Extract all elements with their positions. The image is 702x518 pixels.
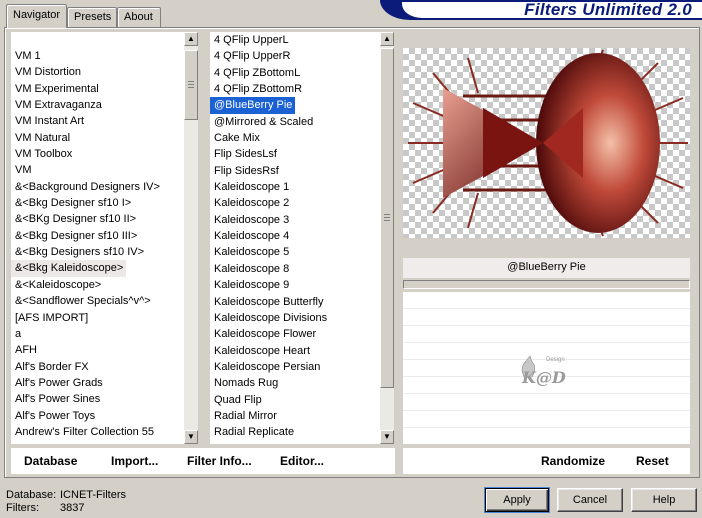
filter-list-item[interactable]: Kaleidoscope Divisions (210, 310, 380, 326)
category-list-item[interactable]: &<Kaleidoscope> (11, 277, 184, 293)
category-list-item[interactable]: AFH (11, 342, 184, 358)
category-list-item[interactable]: Alf's Power Sines (11, 391, 184, 407)
tab-presets[interactable]: Presets (67, 7, 117, 27)
category-list-item[interactable]: VM Extravaganza (11, 97, 184, 113)
filter-list-item[interactable]: Kaleidoscope 5 (210, 244, 380, 260)
filter-list-item[interactable]: Kaleidoscope 2 (210, 195, 380, 211)
filter-list-item[interactable]: Kaleidoscope 1 (210, 179, 380, 195)
scroll-up-button[interactable]: ▲ (184, 32, 198, 46)
scroll-up-button[interactable]: ▲ (380, 32, 394, 46)
database-value: ICNET-Filters (60, 489, 126, 501)
help-button[interactable]: Help (631, 488, 697, 512)
category-list-item[interactable]: [AFS IMPORT] (11, 310, 184, 326)
category-list-item[interactable]: &<Bkg Designer sf10 I> (11, 195, 184, 211)
database-label: Database: (6, 489, 57, 501)
category-list-item[interactable]: VM 1 (11, 48, 184, 64)
filter-list-item[interactable]: 4 QFlip UpperR (210, 48, 380, 64)
filter-list[interactable]: 4 QFlip UpperL 4 QFlip UpperR 4 QFlip ZBot… (210, 32, 380, 444)
category-list-item[interactable]: Alf's Power Grads (11, 375, 184, 391)
filter-list-item[interactable]: Kaleidoscope 8 (210, 261, 380, 277)
category-list-item[interactable]: VM Instant Art (11, 113, 184, 129)
filter-list-item[interactable]: Kaleidoscope 4 (210, 228, 380, 244)
filter-list-item[interactable]: 4 QFlip UpperL (210, 32, 380, 48)
category-list-item[interactable]: Alf's Power Toys (11, 408, 184, 424)
filter-list-item[interactable]: Cake Mix (210, 130, 380, 146)
category-list-item[interactable]: &<Background Designers IV> (11, 179, 184, 195)
category-list-item[interactable]: a (11, 326, 184, 342)
category-list-item[interactable]: VM (11, 162, 184, 178)
tab-navigator[interactable]: Navigator (6, 4, 67, 28)
app-banner: Filters Unlimited 2.0 (380, 0, 702, 20)
editor-button[interactable]: Editor... (280, 454, 324, 468)
preview-artwork (408, 49, 688, 237)
category-list-item[interactable]: &<Bkg Designer sf10 III> (11, 228, 184, 244)
filter-preview-image (403, 48, 690, 238)
randomize-button[interactable]: Randomize (541, 454, 605, 468)
category-list[interactable]: VM 1 VM Distortion VM Experimental VM Extra… (11, 32, 184, 444)
filter-list-item[interactable]: 4 QFlip ZBottomR (210, 81, 380, 97)
filter-list-item[interactable]: Kaleidoscope Heart (210, 343, 380, 359)
filter-list-item[interactable]: Radial Mirror (210, 408, 380, 424)
category-scroll-thumb[interactable] (184, 50, 198, 120)
category-list-item[interactable]: &<Bkg Kaleidoscope> (11, 260, 127, 277)
category-list-item[interactable]: VM Experimental (11, 81, 184, 97)
apply-button[interactable]: Apply (485, 488, 549, 512)
category-list-item[interactable]: &<BKg Designer sf10 II> (11, 211, 184, 227)
reset-button[interactable]: Reset (636, 454, 669, 468)
filter-list-item[interactable]: Kaleidoscope 9 (210, 277, 380, 293)
category-list-item[interactable]: &<Bkg Designers sf10 IV> (11, 244, 184, 260)
app-title: Filters Unlimited 2.0 (524, 0, 692, 19)
cancel-button[interactable]: Cancel (557, 488, 623, 512)
category-list-item[interactable]: VM Natural (11, 130, 184, 146)
logo-small-text: Design (546, 357, 565, 363)
filter-list-item[interactable]: Kaleidoscope Flower (210, 326, 380, 342)
tab-about[interactable]: About (117, 7, 161, 27)
filter-list-item[interactable]: Kaleidoscope Persian (210, 359, 380, 375)
selected-filter-name: @BlueBerry Pie (403, 258, 690, 278)
category-list-item[interactable]: &<Sandflower Specials^v^> (11, 293, 184, 309)
filter-list-item[interactable]: Kaleidoscope 3 (210, 212, 380, 228)
import-button[interactable]: Import... (111, 454, 158, 468)
filter-list-item[interactable]: Quad Flip (210, 392, 380, 408)
database-button[interactable]: Database (24, 454, 77, 468)
category-list-item[interactable]: Andrew's Filter Collection 55 (11, 424, 184, 440)
filter-list-item[interactable]: Flip SidesLsf (210, 146, 380, 162)
filters-count: 3837 (60, 502, 85, 514)
filter-info-button[interactable]: Filter Info... (187, 454, 252, 468)
category-list-item[interactable]: VM Distortion (11, 64, 184, 80)
filter-list-item[interactable]: Radial Replicate (210, 424, 380, 440)
filter-scroll-thumb[interactable] (380, 48, 394, 388)
scroll-down-button[interactable]: ▼ (380, 430, 394, 444)
kad-logo: K@D Design (518, 353, 580, 395)
progress-bar (403, 280, 690, 289)
category-list-item[interactable]: VM Toolbox (11, 146, 184, 162)
category-scrollbar[interactable]: ▲ ▼ (184, 32, 198, 444)
filter-list-item[interactable]: @BlueBerry Pie (210, 97, 296, 114)
filters-label: Filters: (6, 502, 39, 514)
filter-list-item[interactable]: @Mirrored & Scaled (210, 114, 380, 130)
category-list-item[interactable]: Alf's Border FX (11, 359, 184, 375)
filter-list-item[interactable]: 4 QFlip ZBottomL (210, 65, 380, 81)
filter-list-item[interactable]: Nomads Rug (210, 375, 380, 391)
filter-list-item[interactable]: Flip SidesRsf (210, 163, 380, 179)
logo-text: K@D (522, 368, 566, 387)
filter-list-item[interactable]: Kaleidoscope Butterfly (210, 294, 380, 310)
scroll-down-button[interactable]: ▼ (184, 430, 198, 444)
filter-scrollbar[interactable]: ▲ ▼ (380, 32, 394, 444)
